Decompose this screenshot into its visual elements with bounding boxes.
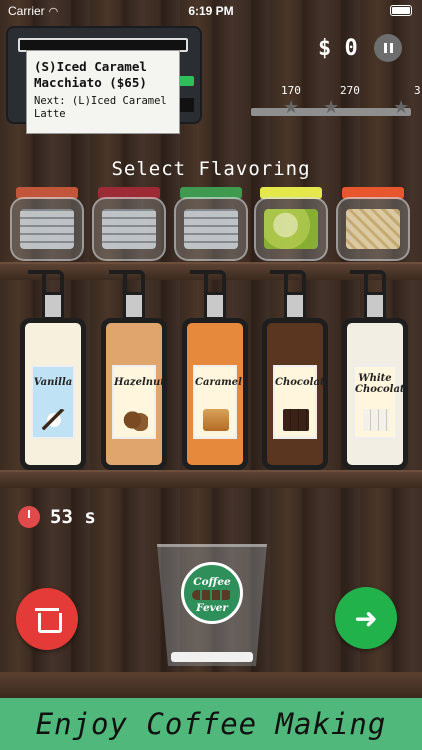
pump xyxy=(190,270,226,292)
star-icon: ★ xyxy=(323,97,340,118)
syrup-label: Hazelnut xyxy=(112,365,162,439)
next-button[interactable]: ➜ xyxy=(335,587,397,649)
jar-glass xyxy=(10,197,84,261)
caramel-icon xyxy=(203,409,229,431)
pump xyxy=(350,270,386,292)
chocolate-icon xyxy=(283,409,309,431)
trash-icon xyxy=(35,608,62,633)
syrup-label: Vanilla xyxy=(31,365,75,439)
pause-button[interactable] xyxy=(374,34,402,62)
pump xyxy=(28,270,64,292)
vanilla-icon xyxy=(41,409,67,431)
order-current: (S)Iced Caramel Macchiato ($65) xyxy=(34,59,147,90)
ice-cubes-icon xyxy=(102,209,156,249)
syrup-label: White Chocolate xyxy=(353,365,403,439)
bottle-body: Vanilla xyxy=(20,318,86,470)
syrup-bottle-vanilla[interactable]: Vanilla xyxy=(20,270,86,470)
bottle-neck xyxy=(204,292,226,320)
star-icon: ★ xyxy=(393,97,410,118)
white-chocolate-icon xyxy=(363,409,389,431)
bottle-body: White Chocolate xyxy=(342,318,408,470)
syrup-label-text: Chocolate xyxy=(275,377,328,388)
cup-base xyxy=(171,652,253,662)
star-icon: ★ xyxy=(283,97,300,118)
status-bar: Carrier ◠ 6:19 PM xyxy=(0,0,422,22)
milestone-label: 170 xyxy=(281,84,301,97)
milestone-label: 270 xyxy=(340,84,360,97)
order-next: Next: (L)Iced Caramel Latte xyxy=(34,95,167,120)
pause-icon xyxy=(382,43,394,53)
syrup-label: Chocolate xyxy=(273,365,323,439)
noodles-icon xyxy=(346,209,400,249)
syrup-label: Caramel xyxy=(193,365,242,439)
syrup-bottle-hazelnut[interactable]: Hazelnut xyxy=(101,270,167,470)
bottle-neck xyxy=(123,292,145,320)
lime-icon xyxy=(264,209,318,249)
jar-noodles[interactable] xyxy=(336,185,410,261)
section-title: Select Flavoring xyxy=(111,158,311,180)
syrup-bottle-caramel[interactable]: Caramel xyxy=(182,270,248,470)
ice-cubes-icon xyxy=(184,209,238,249)
jar-ice-cubes[interactable] xyxy=(92,185,166,261)
syrup-bottle-chocolate[interactable]: Chocolate xyxy=(262,270,328,470)
shelf xyxy=(0,470,422,488)
counter-floor xyxy=(0,672,422,698)
arrow-right-icon: ➜ xyxy=(354,601,378,635)
jar-glass xyxy=(92,197,166,261)
jar-ice-cubes[interactable] xyxy=(10,185,84,261)
promo-banner: Enjoy Coffee Making xyxy=(0,698,422,750)
ice-cubes-icon xyxy=(20,209,74,249)
timer-icon xyxy=(18,506,40,528)
bottle-body: Caramel xyxy=(182,318,248,470)
register-led xyxy=(178,76,194,86)
syrup-label-text: Hazelnut xyxy=(114,377,165,388)
status-time: 6:19 PM xyxy=(188,4,234,18)
pump xyxy=(270,270,306,292)
logo-line1: Coffee xyxy=(193,576,231,588)
jar-glass xyxy=(174,197,248,261)
jar-glass xyxy=(336,197,410,261)
jar-ice-cubes[interactable] xyxy=(174,185,248,261)
syrup-label-text: Vanilla xyxy=(33,377,73,388)
hazelnut-icon xyxy=(122,409,148,431)
pump xyxy=(109,270,145,292)
syrup-bottle-white-chocolate[interactable]: White Chocolate xyxy=(342,270,408,470)
trash-button[interactable] xyxy=(16,588,78,650)
bottle-body: Chocolate xyxy=(262,318,328,470)
timer-text: 53 s xyxy=(50,506,96,528)
jar-glass xyxy=(254,197,328,261)
bottle-neck xyxy=(284,292,306,320)
bottle-neck xyxy=(364,292,386,320)
logo-line2: Fever xyxy=(196,602,228,614)
money-counter: $ 0 xyxy=(318,36,358,61)
coffee-beans-icon xyxy=(192,590,232,600)
coffee-cup[interactable]: Coffee Fever xyxy=(157,544,267,666)
jar-lime[interactable] xyxy=(254,185,328,261)
bottle-body: Hazelnut xyxy=(101,318,167,470)
bottle-neck xyxy=(42,292,64,320)
syrup-label-text: Caramel xyxy=(195,377,242,388)
battery-icon xyxy=(390,5,412,16)
milestone-label: 3 xyxy=(414,84,421,97)
coffee-fever-logo: Coffee Fever xyxy=(181,562,243,624)
order-ticket: (S)Iced Caramel Macchiato ($65) Next: (L… xyxy=(26,50,180,134)
